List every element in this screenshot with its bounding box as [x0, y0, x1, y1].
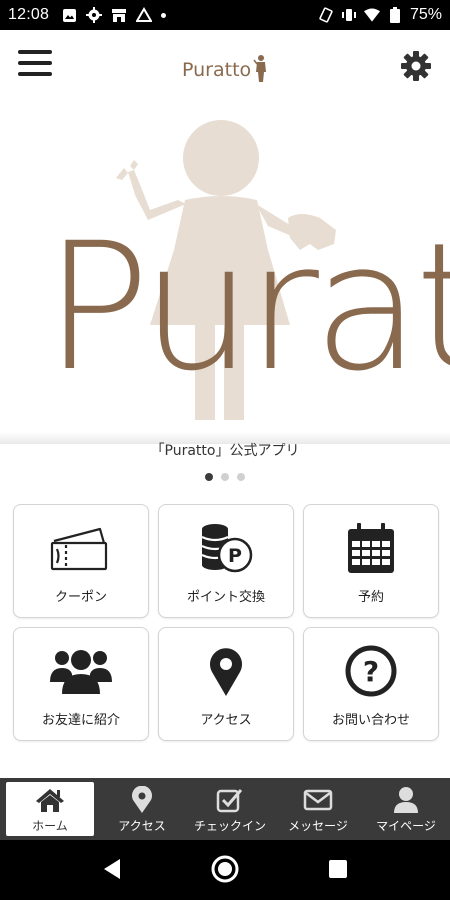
- carousel-dot[interactable]: [205, 473, 213, 481]
- checkbox-icon: [216, 789, 243, 813]
- more-notifications-dot: [161, 12, 167, 18]
- access-label: アクセス: [200, 713, 252, 728]
- coupon-label: クーポン: [54, 590, 107, 605]
- users-group-icon: [50, 650, 112, 694]
- wifi-icon: [363, 7, 380, 23]
- svg-text:P: P: [228, 545, 242, 567]
- svg-text:Puratto: Puratto: [182, 59, 251, 81]
- map-pin-icon: [132, 786, 152, 813]
- nav-access[interactable]: アクセス: [98, 778, 186, 840]
- ticket-icon: [50, 527, 108, 571]
- nav-message-label: メッセージ: [288, 819, 348, 833]
- menu-grid: クーポン P ポイント交換 予約 お友達に紹介 アクセス ? お問い合わせ: [13, 504, 439, 741]
- image-notification-icon: [61, 7, 77, 23]
- drive-notification-icon: [136, 7, 153, 23]
- home-icon: [36, 789, 64, 812]
- nav-mypage[interactable]: マイページ: [362, 778, 450, 840]
- home-button-icon[interactable]: [210, 854, 240, 888]
- carousel-dot[interactable]: [221, 473, 229, 481]
- recent-apps-icon[interactable]: [329, 860, 347, 878]
- question-circle-icon: ?: [345, 645, 397, 697]
- hero-caption: 「Puratto」公式アプリ: [150, 443, 300, 459]
- reservation-label: 予約: [357, 590, 384, 605]
- access-tile[interactable]: アクセス: [158, 627, 294, 741]
- nav-checkin-label: チェックイン: [193, 819, 266, 833]
- nav-message[interactable]: メッセージ: [274, 778, 362, 840]
- calendar-icon: [348, 523, 394, 573]
- invite-friends-tile[interactable]: お友達に紹介: [13, 627, 149, 741]
- back-icon[interactable]: [102, 858, 122, 884]
- bottom-navigation: ホーム アクセス チェックイン メッセージ マイページ: [0, 778, 450, 840]
- svg-text:?: ?: [363, 655, 379, 688]
- nav-access-label: アクセス: [118, 819, 166, 833]
- battery-icon: [387, 7, 403, 23]
- store-notification-icon: [111, 7, 127, 23]
- coupon-tile[interactable]: クーポン: [13, 504, 149, 618]
- nav-checkin[interactable]: チェックイン: [186, 778, 274, 840]
- settings-notification-icon: [86, 7, 103, 23]
- point-exchange-label: ポイント交換: [186, 590, 265, 605]
- gear-icon[interactable]: [400, 50, 432, 82]
- contact-tile[interactable]: ? お問い合わせ: [303, 627, 439, 741]
- hamburger-menu-icon[interactable]: [18, 50, 52, 80]
- hero-banner[interactable]: Puratto: [0, 100, 450, 438]
- user-icon: [394, 787, 418, 813]
- hero-image: Puratto: [44, 120, 450, 420]
- status-time: 12:08: [8, 6, 50, 23]
- battery-percent: 75%: [409, 6, 442, 23]
- map-pin-icon: [210, 648, 242, 696]
- nav-home[interactable]: ホーム: [6, 782, 94, 836]
- carousel-indicator: [0, 473, 450, 481]
- status-bar: 12:08 75%: [0, 0, 450, 30]
- contact-label: お問い合わせ: [331, 713, 410, 728]
- vibrate-icon: [341, 7, 357, 23]
- reservation-tile[interactable]: 予約: [303, 504, 439, 618]
- system-navigation-bar: [0, 840, 450, 900]
- hero-logo-text: Puratto: [44, 205, 450, 410]
- app-header: Puratto: [0, 30, 450, 100]
- header-logo: Puratto: [178, 50, 278, 86]
- nav-mypage-label: マイページ: [376, 819, 436, 833]
- carousel-dot[interactable]: [237, 473, 245, 481]
- point-exchange-tile[interactable]: P ポイント交換: [158, 504, 294, 618]
- envelope-icon: [303, 789, 333, 811]
- invite-friends-label: お友達に紹介: [41, 713, 120, 728]
- rotate-icon: [318, 7, 334, 23]
- nav-home-label: ホーム: [32, 819, 68, 833]
- coins-point-icon: P: [201, 524, 253, 573]
